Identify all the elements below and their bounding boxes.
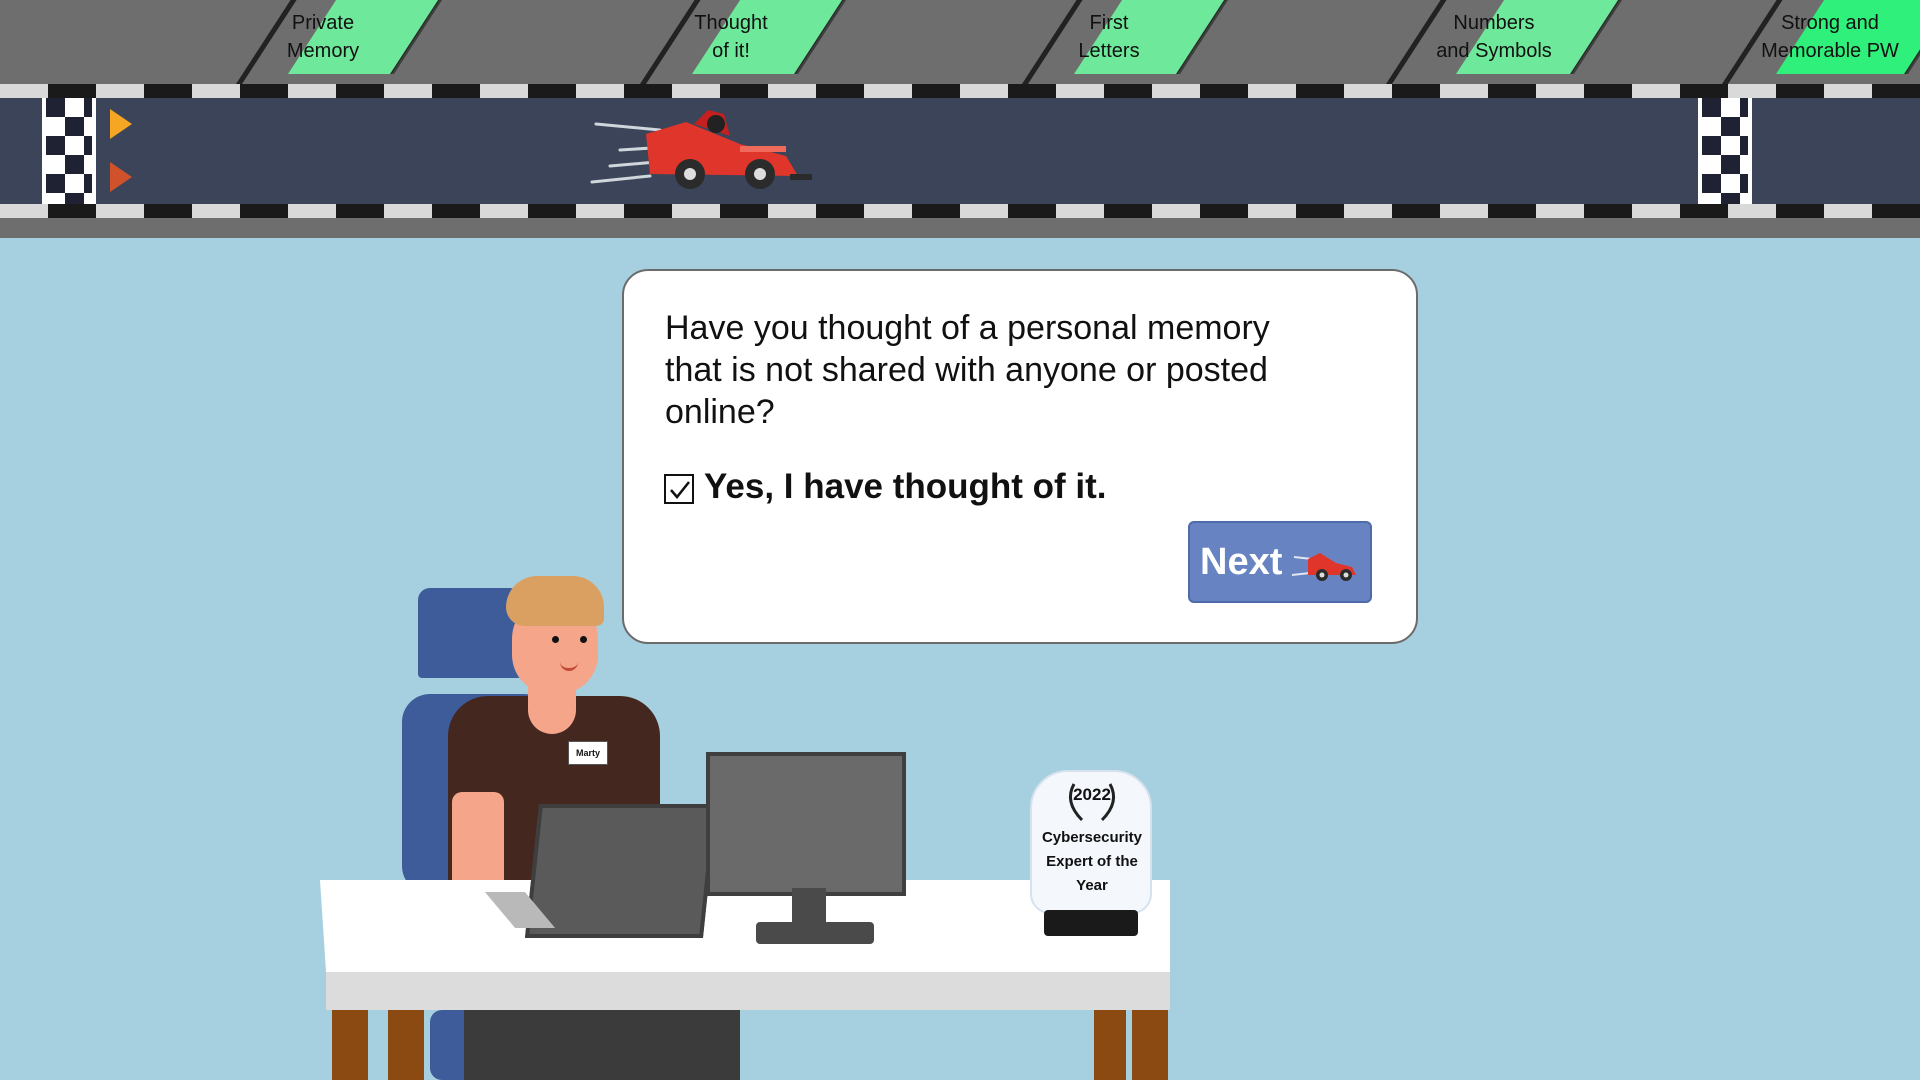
trophy-base <box>1044 910 1138 936</box>
monitor <box>706 752 906 896</box>
next-button-label: Next <box>1200 541 1283 583</box>
track-checker-border-bottom <box>0 204 1920 218</box>
play-arrow-icon <box>110 162 132 192</box>
start-line <box>42 98 96 204</box>
finish-line <box>1698 98 1752 204</box>
name-tag: Marty <box>568 741 608 765</box>
monitor-base <box>756 922 874 944</box>
track-checker-border-top <box>0 84 1920 98</box>
desk-leg <box>332 1010 368 1080</box>
question-dialog: Have you thought of a personal memory th… <box>622 269 1418 644</box>
checkmark-icon <box>670 481 690 499</box>
desk-edge <box>326 972 1170 1010</box>
desk-leg <box>388 1010 424 1080</box>
progress-step-5: Strong and Memorable PW <box>1761 12 1899 62</box>
person-eye <box>552 636 559 643</box>
desk-leg <box>1094 1010 1126 1080</box>
confirm-label[interactable]: Yes, I have thought of it. <box>704 467 1107 507</box>
laptop <box>524 804 718 938</box>
trophy-inscription: Cybersecurity Expert of the Year <box>1041 829 1143 894</box>
next-button[interactable]: Next <box>1188 521 1372 603</box>
race-track-road <box>0 98 1920 204</box>
progress-step-2: Thought of it! <box>694 12 768 62</box>
play-arrow-icon <box>110 109 132 139</box>
desk-leg <box>1132 1010 1168 1080</box>
question-text: Have you thought of a personal memory th… <box>665 309 1270 431</box>
progress-step-1: Private Memory <box>286 12 360 62</box>
race-car-icon <box>590 110 812 189</box>
race-car-icon <box>1291 553 1356 581</box>
person-eye <box>580 636 587 643</box>
person-legs <box>464 1010 740 1080</box>
progress-step-4: Numbers and Symbols <box>1436 12 1552 62</box>
trophy-year: 2022 <box>1073 785 1111 804</box>
person-arm <box>452 792 504 892</box>
person-hair <box>506 576 604 626</box>
confirm-checkbox[interactable] <box>664 474 694 504</box>
progress-step-3: First Letters <box>1078 12 1140 62</box>
track-shoulder <box>0 218 1920 238</box>
